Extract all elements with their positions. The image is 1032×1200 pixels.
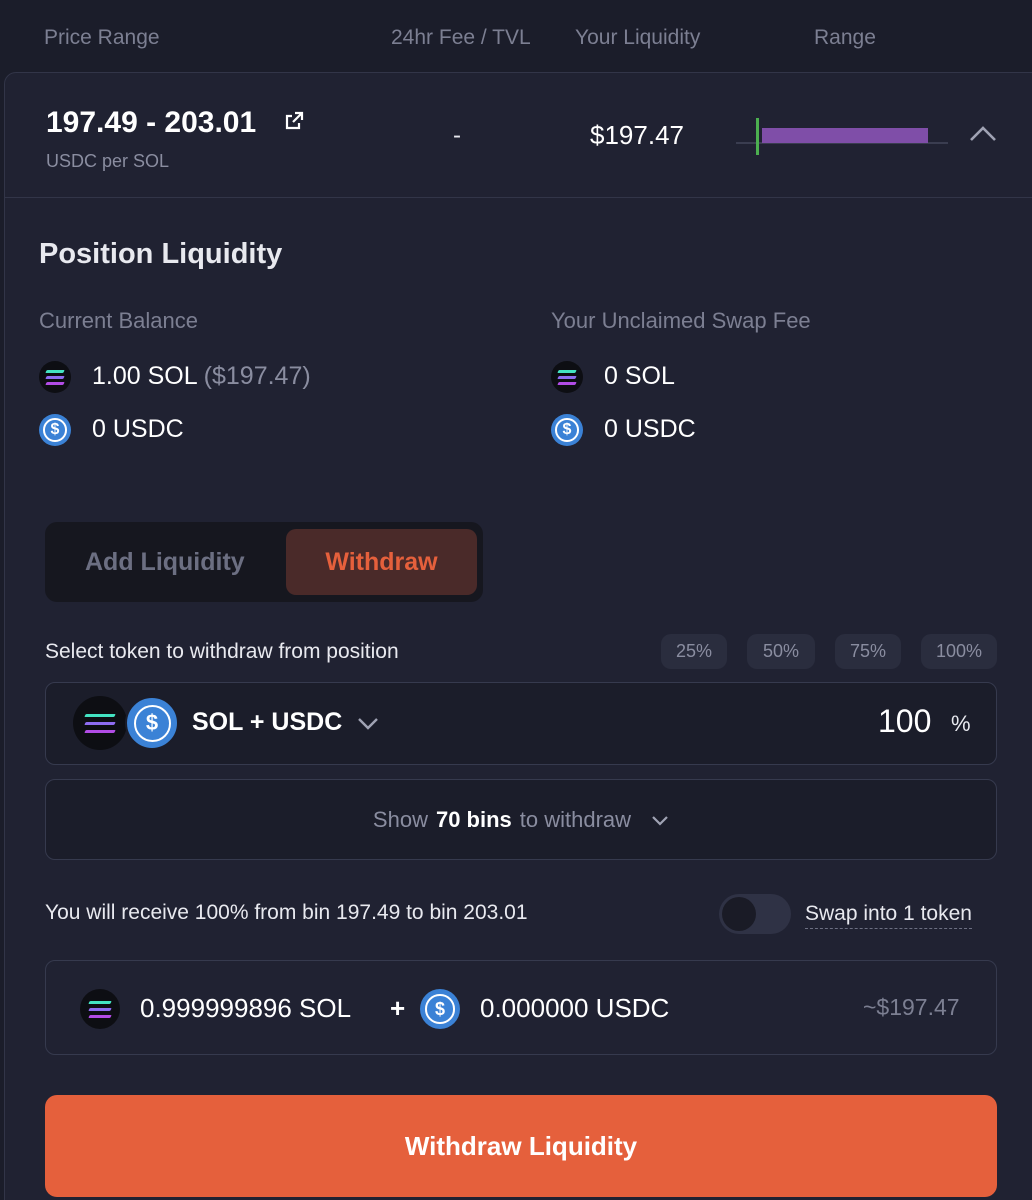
withdraw-percent-input[interactable]: 100 [878,703,931,740]
preset-25-button[interactable]: 25% [661,634,727,669]
preset-75-button[interactable]: 75% [835,634,901,669]
card-divider [4,197,1032,198]
receive-description: You will receive 100% from bin 197.49 to… [45,901,528,924]
column-header-price-range: Price Range [44,26,160,49]
chevron-down-icon [651,807,669,833]
range-indicator [736,116,948,156]
column-header-range: Range [814,26,876,49]
sol-icon [73,696,127,750]
token-pair-select[interactable]: SOL + USDC [192,708,380,737]
tab-withdraw[interactable]: Withdraw [286,529,477,595]
chevron-up-icon[interactable] [968,124,998,149]
plus-sign: + [390,993,406,1023]
bins-suffix: to withdraw [519,806,632,832]
receive-usdc-amount: 0.000000 USDC [480,993,670,1023]
receive-usd-value: ~$197.47 [863,994,960,1020]
swap-toggle-knob [722,897,756,931]
usdc-icon: $ [420,989,460,1029]
column-header-your-liquidity: Your Liquidity [575,26,701,49]
chevron-down-icon [356,708,380,737]
percent-symbol: % [951,711,971,736]
receive-summary: 0.999999896 SOL + $ 0.000000 USDC ~$197.… [45,960,997,1055]
tab-add-liquidity[interactable]: Add Liquidity [85,548,245,577]
preset-100-button[interactable]: 100% [921,634,997,669]
receive-sol-amount: 0.999999896 SOL [140,993,352,1023]
sol-icon [80,989,120,1029]
liquidity-value: $197.47 [590,120,684,150]
unclaimed-fee-sol: 0 SOL [604,362,675,390]
current-price-marker [756,118,759,155]
current-balance-sol-amount: 1.00 SOL [92,362,197,390]
current-balance-sol: 1.00 SOL ($197.47) [92,362,311,391]
usdc-icon: $ [551,414,583,446]
external-link-icon[interactable] [283,110,305,137]
preset-50-button[interactable]: 50% [747,634,815,669]
column-header-fee-tvl: 24hr Fee / TVL [391,26,531,49]
current-balance-usdc: 0 USDC [92,415,184,443]
swap-toggle-label[interactable]: Swap into 1 token [805,902,972,929]
range-bar [762,128,928,143]
show-bins-toggle[interactable]: Show 70 bins to withdraw [45,779,997,860]
bins-prefix: Show [372,806,428,832]
unclaimed-fee-usdc: 0 USDC [604,415,696,443]
fee-tvl-value: - [453,122,461,149]
liquidity-tabs: Add Liquidity Withdraw [45,522,483,602]
swap-toggle[interactable] [719,894,791,934]
position-price-range: 197.49 - 203.01 [46,106,257,139]
section-title: Position Liquidity [39,238,283,270]
usdc-icon: $ [39,414,71,446]
withdraw-liquidity-button[interactable]: Withdraw Liquidity [45,1095,997,1197]
token-pair-label: SOL + USDC [192,708,343,736]
select-token-label: Select token to withdraw from position [45,640,399,663]
sol-icon [39,361,71,393]
sol-icon [551,361,583,393]
usdc-icon: $ [125,696,179,750]
bins-count: 70 bins [435,806,512,832]
current-balance-sol-usd: ($197.47) [203,362,311,390]
position-unit: USDC per SOL [46,151,170,171]
unclaimed-fee-label: Your Unclaimed Swap Fee [551,308,811,333]
current-balance-label: Current Balance [39,308,198,333]
withdraw-amount-field[interactable]: $ SOL + USDC 100 % [45,682,997,765]
